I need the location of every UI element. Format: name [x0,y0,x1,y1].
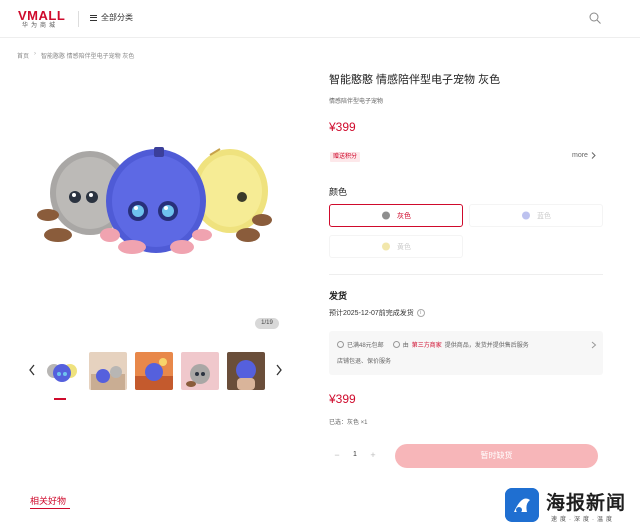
vmall-logo[interactable]: VMALL 华为商城 [18,9,70,31]
all-categories-label: 全部分类 [101,13,133,22]
blue-plush-swatch-icon [522,211,530,220]
color-option-blue[interactable]: 蓝色 [469,204,603,227]
store-guarantee-text: 店铺包退、保价服务 [337,359,392,365]
shipping-section-label: 发货 [329,291,348,301]
yellow-plush-swatch-icon [382,242,390,251]
thumbnail-active-indicator [54,398,66,400]
thumbnail-4[interactable] [181,352,219,390]
breadcrumb-separator: › [34,51,37,57]
more-label: more [572,152,588,159]
color-option-gray[interactable]: 灰色 [329,204,463,227]
product-title: 智能憨憨 情感陪伴型电子宠物 灰色 [329,74,501,86]
all-categories-button[interactable]: 全部分类 [90,12,133,23]
quantity-decrease-button[interactable]: − [329,447,345,463]
product-subtitle: 情感陪伴型电子宠物 [329,99,384,105]
watermark-subtitle: 速度·深度·温度 [551,517,615,523]
color-option-label: 黄色 [397,243,411,251]
related-products-tab[interactable]: 相关好物 [30,494,66,507]
thumbnail-2[interactable] [89,352,127,390]
color-option-label: 蓝色 [537,212,551,220]
logo-text: VMALL [18,8,66,23]
color-option-yellow[interactable]: 黄色 [329,235,463,258]
main-product-image[interactable] [30,135,275,265]
search-icon[interactable] [589,12,601,24]
chevron-left-icon[interactable] [28,364,36,376]
related-tab-underline [30,508,70,509]
check-circle-icon [337,341,344,348]
menu-icon [90,14,97,21]
out-of-stock-button[interactable]: 暂时缺货 [395,444,598,468]
product-price: ¥399 [329,120,356,134]
promotion-more-link[interactable]: more [572,152,596,159]
service-guarantee-panel[interactable]: 已满48元包邮 由第三方商家 提供商品，发货并提供售后服务 店铺包退、保价服务 [329,331,603,375]
logo-subtext: 华为商城 [22,23,59,29]
quantity-input[interactable]: 1 [345,447,365,463]
third-party-seller-text: 第三方商家 [411,343,442,349]
selected-variant-text: 已选：灰色 ×1 [329,420,368,426]
image-page-indicator: 1/19 [255,318,279,329]
free-shipping-text: 已满48元包邮 [347,343,384,349]
service-row-2: 店铺包退、保价服务 [337,356,391,365]
color-section-label: 颜色 [329,187,348,197]
quantity-stepper: − 1 + [329,447,381,463]
chevron-right-small-icon [591,152,596,159]
section-divider [329,274,603,275]
check-circle-icon [392,341,400,348]
summary-price: ¥399 [329,392,356,406]
header-divider [78,11,79,27]
thumbnail-5[interactable] [227,352,265,390]
watermark-title: 海报新闻 [546,493,627,514]
chevron-right-icon[interactable] [275,364,283,376]
breadcrumb-home[interactable]: 首页 [17,51,29,60]
breadcrumb: 首页 › 智能憨憨 情感陪伴型电子宠物 灰色 [17,51,134,60]
chevron-right-icon [591,341,597,349]
quantity-increase-button[interactable]: + [365,447,381,463]
shipping-date-text: 预计2025-12-07前完成发货 [329,310,414,317]
info-icon[interactable]: i [416,309,425,317]
seller-text-pre: 由 [402,343,409,349]
seller-text-post: 提供商品，发货并提供售后服务 [444,343,529,349]
color-option-label: 灰色 [397,212,411,220]
points-tag: 赠送积分 [330,152,361,162]
thumbnail-3[interactable] [135,352,173,390]
breadcrumb-current: 智能憨憨 情感陪伴型电子宠物 灰色 [41,54,135,60]
gray-plush-swatch-icon [382,211,390,220]
service-row-1: 已满48元包邮 由第三方商家 提供商品，发货并提供售后服务 [337,340,529,349]
haibao-news-logo [505,488,539,522]
thumbnail-1[interactable] [43,352,81,390]
top-header: VMALL 华为商城 全部分类 [0,0,640,38]
shipping-date: 预计2025-12-07前完成发货 i [329,308,425,318]
